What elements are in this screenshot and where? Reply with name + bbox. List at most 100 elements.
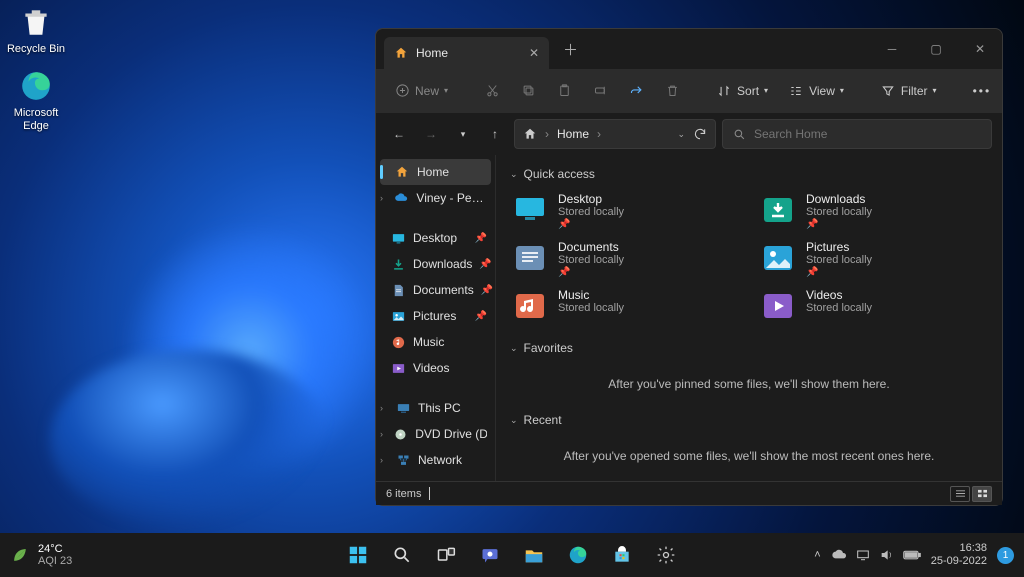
cut-button[interactable]	[476, 77, 508, 105]
new-tab-button[interactable]: ＋	[563, 39, 578, 60]
close-tab-icon[interactable]: ✕	[529, 46, 539, 60]
pin-icon: 📌	[806, 267, 872, 278]
item-title: Videos	[806, 288, 872, 302]
navigation-row: ← → ▾ ↑ › Home › ⌄	[376, 113, 1002, 155]
chevron-down-icon[interactable]: ⌄	[677, 129, 685, 140]
document-icon	[390, 282, 406, 298]
videos-icon	[390, 360, 406, 376]
search-input[interactable]	[754, 127, 981, 141]
paste-button[interactable]	[548, 77, 580, 105]
close-window-button[interactable]: ✕	[958, 29, 1002, 69]
copy-button[interactable]	[512, 77, 544, 105]
sidebar-item-network[interactable]: › Network	[376, 447, 495, 473]
battery-tray-icon[interactable]	[903, 549, 921, 561]
search-box[interactable]	[722, 119, 992, 149]
maximize-button[interactable]: ▢	[914, 29, 958, 69]
quick-access-downloads[interactable]: DownloadsStored locally📌	[758, 189, 988, 233]
chevron-down-icon: ⌄	[510, 169, 518, 180]
taskbar-weather[interactable]: 24°C AQI 23	[10, 543, 72, 567]
sidebar-item-label: This PC	[418, 401, 461, 415]
section-label: Recent	[524, 413, 562, 427]
desktop-icon	[390, 230, 406, 246]
quick-access-desktop[interactable]: DesktopStored locally📌	[510, 189, 740, 233]
notifications-button[interactable]: 1	[997, 547, 1014, 564]
tab-home[interactable]: Home ✕	[384, 37, 549, 69]
edge-button[interactable]	[559, 536, 597, 574]
filter-button[interactable]: Filter ▾	[872, 77, 945, 105]
sidebar-item-home[interactable]: Home	[380, 159, 491, 185]
forward-button[interactable]: →	[418, 120, 444, 148]
sidebar-item-documents[interactable]: Documents 📌	[376, 277, 495, 303]
sidebar-item-label: DVD Drive (D:) CCC	[415, 427, 487, 441]
clock-time: 16:38	[931, 542, 987, 555]
clock[interactable]: 16:38 25-09-2022	[931, 542, 987, 567]
minimize-button[interactable]: ─	[870, 29, 914, 69]
chevron-down-icon: ⌄	[510, 415, 518, 426]
file-explorer-window: Home ✕ ＋ ─ ▢ ✕ New ▾ Sort ▾	[375, 28, 1003, 506]
search-button[interactable]	[383, 536, 421, 574]
sidebar-item-dvd[interactable]: › DVD Drive (D:) CCC	[376, 421, 495, 447]
quick-access-music[interactable]: MusicStored locally	[510, 285, 740, 327]
address-bar[interactable]: › Home › ⌄	[514, 119, 716, 149]
toolbar: New ▾ Sort ▾ View ▾ Filter ▾ •••	[376, 69, 1002, 113]
sidebar-item-pictures[interactable]: Pictures 📌	[376, 303, 495, 329]
sidebar-item-videos[interactable]: Videos	[376, 355, 495, 381]
sidebar-item-label: Music	[413, 335, 444, 349]
share-button[interactable]	[620, 77, 652, 105]
view-button[interactable]: View ▾	[780, 77, 852, 105]
chevron-right-icon: ›	[380, 193, 386, 203]
paste-icon	[556, 83, 572, 99]
up-button[interactable]: ↑	[482, 120, 508, 148]
sort-button[interactable]: Sort ▾	[708, 77, 776, 105]
volume-tray-icon[interactable]	[879, 547, 895, 563]
status-divider	[429, 487, 430, 500]
start-button[interactable]	[339, 536, 377, 574]
pin-icon: 📌	[558, 219, 624, 230]
sidebar-item-desktop[interactable]: Desktop 📌	[376, 225, 495, 251]
section-label: Favorites	[524, 341, 573, 355]
settings-button[interactable]	[647, 536, 685, 574]
home-icon	[394, 46, 408, 60]
task-view-button[interactable]	[427, 536, 465, 574]
sidebar-item-downloads[interactable]: Downloads 📌	[376, 251, 495, 277]
section-quick-access[interactable]: ⌄ Quick access	[510, 167, 988, 181]
history-button[interactable]: ▾	[450, 120, 476, 148]
more-button[interactable]: •••	[965, 78, 1000, 104]
chat-button[interactable]	[471, 536, 509, 574]
section-favorites[interactable]: ⌄ Favorites	[510, 341, 988, 355]
quick-access-documents[interactable]: DocumentsStored locally📌	[510, 237, 740, 281]
tab-label: Home	[416, 46, 448, 60]
back-button[interactable]: ←	[386, 120, 412, 148]
sidebar-item-onedrive[interactable]: › Viney - Personal	[376, 185, 495, 211]
chevron-up-icon[interactable]: ˄	[814, 549, 820, 561]
item-subtitle: Stored locally	[558, 254, 624, 266]
sidebar-item-thispc[interactable]: › This PC	[376, 395, 495, 421]
new-button[interactable]: New ▾	[386, 77, 456, 105]
pictures-icon	[390, 308, 406, 324]
network-tray-icon[interactable]	[855, 547, 871, 563]
onedrive-tray-icon[interactable]	[831, 547, 847, 563]
view-thumbnails-button[interactable]	[972, 486, 992, 502]
desktop-icon-recycle-bin[interactable]: Recycle Bin	[1, 4, 71, 56]
network-icon	[395, 452, 411, 468]
titlebar: Home ✕ ＋ ─ ▢ ✕	[376, 29, 1002, 69]
chevron-down-icon: ⌄	[510, 343, 518, 354]
refresh-button[interactable]	[693, 127, 707, 141]
view-details-button[interactable]	[950, 486, 970, 502]
delete-button[interactable]	[656, 77, 688, 105]
folder-icon	[512, 192, 548, 228]
explorer-button[interactable]	[515, 536, 553, 574]
desktop-icon-edge[interactable]: Microsoft Edge	[1, 68, 71, 133]
copy-icon	[520, 83, 536, 99]
clock-date: 25-09-2022	[931, 555, 987, 568]
item-title: Downloads	[806, 192, 872, 206]
filter-label: Filter	[901, 84, 928, 98]
store-button[interactable]	[603, 536, 641, 574]
cloud-icon	[393, 190, 409, 206]
quick-access-pictures[interactable]: PicturesStored locally📌	[758, 237, 988, 281]
section-recent[interactable]: ⌄ Recent	[510, 413, 988, 427]
breadcrumb-item[interactable]: Home	[557, 127, 589, 141]
rename-button[interactable]	[584, 77, 616, 105]
quick-access-videos[interactable]: VideosStored locally	[758, 285, 988, 327]
sidebar-item-music[interactable]: Music	[376, 329, 495, 355]
